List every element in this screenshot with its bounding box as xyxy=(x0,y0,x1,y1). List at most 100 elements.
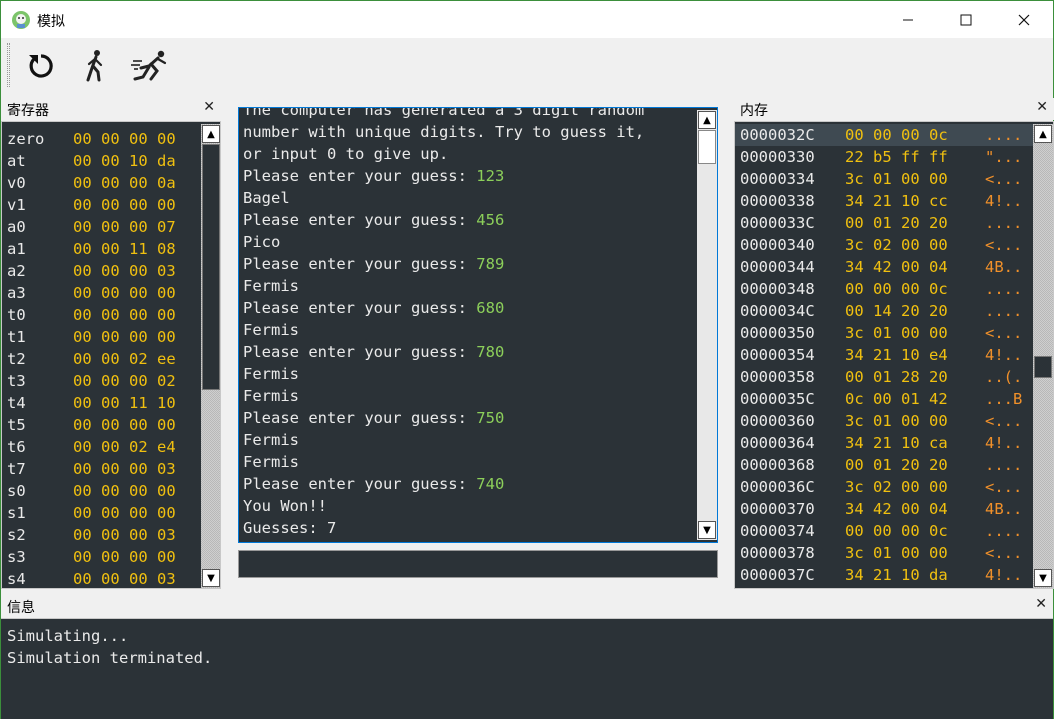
console-line: Please enter your guess: 750 xyxy=(243,407,644,429)
register-value: 00 00 00 07 xyxy=(73,218,176,236)
close-button[interactable] xyxy=(995,1,1053,38)
register-row[interactable]: t0 00 00 00 00 xyxy=(7,304,176,326)
memory-row[interactable]: 00000340 3c 02 00 00 <... xyxy=(735,234,1033,256)
memory-bytes: 34 42 00 04 xyxy=(845,258,948,276)
register-name: s3 xyxy=(7,548,26,566)
register-value: 00 00 00 03 xyxy=(73,262,176,280)
console-line-text: Please enter your guess: xyxy=(243,255,477,273)
register-row[interactable]: s3 00 00 00 00 xyxy=(7,546,176,568)
registers-close-icon[interactable]: ✕ xyxy=(203,99,215,115)
console-output[interactable]: The computer has generated a 3 digit ran… xyxy=(238,107,718,543)
register-value: 00 00 00 0a xyxy=(73,174,176,192)
console-line: Please enter your guess: 780 xyxy=(243,341,644,363)
memory-bytes: 34 21 10 ca xyxy=(845,434,948,452)
memory-address: 0000037C xyxy=(740,566,815,584)
memory-row[interactable]: 00000350 3c 01 00 00 <... xyxy=(735,322,1033,344)
register-value: 00 00 11 08 xyxy=(73,240,176,258)
register-row[interactable]: t1 00 00 00 00 xyxy=(7,326,176,348)
run-button[interactable] xyxy=(131,46,171,86)
register-name: v0 xyxy=(7,174,26,192)
memory-row[interactable]: 00000338 34 21 10 cc 4!.. xyxy=(735,190,1033,212)
memory-scrollbar[interactable]: ▲ ▼ xyxy=(1033,124,1053,588)
memory-address: 0000035C xyxy=(740,390,815,408)
step-button[interactable] xyxy=(75,46,115,86)
memory-address: 00000338 xyxy=(740,192,815,210)
register-row[interactable]: zero 00 00 00 00 xyxy=(7,128,176,150)
scroll-down-icon[interactable]: ▼ xyxy=(202,569,220,587)
register-row[interactable]: t6 00 00 02 e4 xyxy=(7,436,176,458)
register-row[interactable]: s0 00 00 00 00 xyxy=(7,480,176,502)
memory-close-icon[interactable]: ✕ xyxy=(1036,99,1048,115)
scroll-down-icon[interactable]: ▼ xyxy=(698,521,716,539)
memory-bytes: 00 01 20 20 xyxy=(845,456,948,474)
register-row[interactable]: t4 00 00 11 10 xyxy=(7,392,176,414)
console-user-input: 456 xyxy=(476,211,505,229)
memory-ascii: .... xyxy=(985,302,1023,320)
memory-row[interactable]: 0000032C 00 00 00 0c.... xyxy=(735,124,1033,146)
register-row[interactable]: v0 00 00 00 0a xyxy=(7,172,176,194)
scroll-thumb[interactable] xyxy=(698,130,716,164)
register-row[interactable]: a1 00 00 11 08 xyxy=(7,238,176,260)
memory-row[interactable]: 00000358 00 01 28 20 ..(. xyxy=(735,366,1033,388)
registers-scrollbar[interactable]: ▲ ▼ xyxy=(201,124,220,588)
register-row[interactable]: s1 00 00 00 00 xyxy=(7,502,176,524)
toolbar-grip[interactable] xyxy=(7,43,10,87)
register-row[interactable]: at 00 00 10 da xyxy=(7,150,176,172)
register-value: 00 00 00 00 xyxy=(73,482,176,500)
console-line-text: Fermis xyxy=(243,453,299,471)
register-row[interactable]: a3 00 00 00 00 xyxy=(7,282,176,304)
console-line-text: Please enter your guess: xyxy=(243,299,477,317)
register-row[interactable]: t5 00 00 00 00 xyxy=(7,414,176,436)
memory-row[interactable]: 00000378 3c 01 00 00 <... xyxy=(735,542,1033,564)
memory-address: 00000364 xyxy=(740,434,815,452)
memory-row[interactable]: 0000034C 00 14 20 20.... xyxy=(735,300,1033,322)
register-row[interactable]: t7 00 00 00 03 xyxy=(7,458,176,480)
maximize-button[interactable] xyxy=(937,1,995,38)
memory-row[interactable]: 00000344 34 42 00 04 4B.. xyxy=(735,256,1033,278)
simulator-window: 模拟 寄存器 ✕ zero 00 00 00 00 at 00 00 10 da… xyxy=(0,0,1054,719)
register-value: 00 00 00 00 xyxy=(73,548,176,566)
memory-row[interactable]: 0000037C 34 21 10 da 4!.. xyxy=(735,564,1033,586)
register-row[interactable]: t3 00 00 00 02 xyxy=(7,370,176,392)
memory-row[interactable]: 00000370 34 42 00 04 4B.. xyxy=(735,498,1033,520)
memory-row[interactable]: 00000354 34 21 10 e4 4!.. xyxy=(735,344,1033,366)
scroll-up-icon[interactable]: ▲ xyxy=(1034,125,1052,143)
minimize-icon xyxy=(903,19,913,20)
memory-row[interactable]: 00000374 00 00 00 0c.... xyxy=(735,520,1033,542)
memory-ascii: .... xyxy=(985,280,1023,298)
register-name: a0 xyxy=(7,218,26,236)
info-close-icon[interactable]: ✕ xyxy=(1035,596,1047,612)
memory-row[interactable]: 00000368 00 01 20 20.... xyxy=(735,454,1033,476)
register-row[interactable]: v1 00 00 00 00 xyxy=(7,194,176,216)
scroll-thumb[interactable] xyxy=(202,144,220,390)
memory-bytes: 00 01 20 20 xyxy=(845,214,948,232)
walking-icon xyxy=(86,50,103,82)
memory-ascii: ...B xyxy=(985,390,1023,408)
memory-row[interactable]: 0000035C 0c 00 01 42 ...B xyxy=(735,388,1033,410)
scroll-down-icon[interactable]: ▼ xyxy=(1034,569,1052,587)
console-line: Fermis xyxy=(243,385,644,407)
register-list: zero 00 00 00 00 at 00 00 10 da v0 00 00 00 0… xyxy=(7,128,176,588)
memory-row[interactable]: 00000348 00 00 00 0c.... xyxy=(735,278,1033,300)
register-name: v1 xyxy=(7,196,26,214)
memory-bytes: 3c 01 00 00 xyxy=(845,412,948,430)
minimize-button[interactable] xyxy=(879,1,937,38)
memory-row[interactable]: 00000360 3c 01 00 00 <... xyxy=(735,410,1033,432)
memory-row[interactable]: 0000033C 00 01 20 20.... xyxy=(735,212,1033,234)
register-row[interactable]: a2 00 00 00 03 xyxy=(7,260,176,282)
restart-button[interactable] xyxy=(21,46,61,86)
register-row[interactable]: s2 00 00 00 03 xyxy=(7,524,176,546)
scroll-up-icon[interactable]: ▲ xyxy=(202,125,220,143)
register-value: 00 00 02 ee xyxy=(73,350,176,368)
register-row[interactable]: s4 00 00 00 03 xyxy=(7,568,176,588)
memory-row[interactable]: 00000364 34 21 10 ca 4!.. xyxy=(735,432,1033,454)
memory-row[interactable]: 00000330 22 b5 ff ff "... xyxy=(735,146,1033,168)
scroll-up-icon[interactable]: ▲ xyxy=(698,111,716,129)
register-row[interactable]: t2 00 00 02 ee xyxy=(7,348,176,370)
console-input[interactable] xyxy=(238,550,718,578)
console-scrollbar[interactable]: ▲ ▼ xyxy=(697,110,717,540)
scroll-thumb[interactable] xyxy=(1034,356,1052,378)
memory-row[interactable]: 0000036C 3c 02 00 00 <... xyxy=(735,476,1033,498)
memory-row[interactable]: 00000334 3c 01 00 00 <... xyxy=(735,168,1033,190)
register-row[interactable]: a0 00 00 00 07 xyxy=(7,216,176,238)
